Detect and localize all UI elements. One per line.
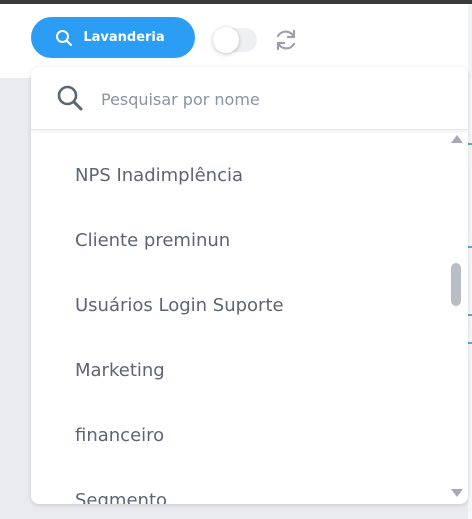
dropdown-search-row: [31, 67, 468, 130]
scroll-down-arrow-icon[interactable]: [451, 489, 463, 497]
lavanderia-filter-button[interactable]: Lavanderia: [31, 17, 195, 58]
list-item[interactable]: Segmento: [75, 490, 167, 504]
toolbar-edge: [468, 4, 472, 78]
search-input[interactable]: [99, 83, 443, 115]
filter-button-label: Lavanderia: [83, 30, 165, 45]
options-list: NPS Inadimplência Cliente preminun Usuár…: [31, 130, 468, 504]
scrollbar[interactable]: [446, 130, 468, 504]
search-icon: [55, 29, 73, 47]
refresh-icon[interactable]: [273, 27, 299, 53]
list-item[interactable]: NPS Inadimplência: [75, 165, 243, 186]
search-icon: [56, 84, 84, 112]
edge-mark: [468, 314, 472, 316]
list-item[interactable]: financeiro: [75, 425, 164, 446]
edge-mark: [468, 143, 472, 145]
toggle-knob: [213, 27, 239, 53]
list-item[interactable]: Cliente preminun: [75, 230, 230, 251]
edge-mark: [468, 246, 472, 248]
scrollbar-thumb[interactable]: [451, 263, 461, 306]
toggle-switch[interactable]: [213, 27, 257, 53]
dropdown-panel: NPS Inadimplência Cliente preminun Usuár…: [31, 67, 468, 504]
list-item[interactable]: Marketing: [75, 360, 165, 381]
scroll-up-arrow-icon[interactable]: [451, 135, 463, 143]
list-item[interactable]: Usuários Login Suporte: [75, 295, 284, 316]
edge-mark: [468, 342, 472, 344]
